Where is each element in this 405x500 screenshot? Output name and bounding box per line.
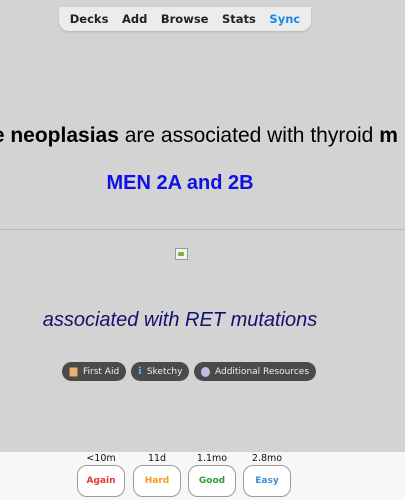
additional-resources-button[interactable]: Additional Resources [194,362,317,381]
front-bold-term-2: m [379,124,398,147]
interval-again: <10m [86,453,116,464]
answer-bar: <10m Again 11d Hard 1.1mo Good 2.8mo Eas… [0,452,405,500]
answer-good: 1.1mo Good [188,452,236,497]
good-button[interactable]: Good [188,465,236,497]
nav-add[interactable]: Add [122,12,147,26]
additional-resources-label: Additional Resources [215,366,310,377]
answer-divider [0,229,405,230]
answer-hard: 11d Hard [133,452,181,497]
front-bold-term: ne neoplasias [0,124,119,147]
book-icon [69,366,78,377]
interval-easy: 2.8mo [251,453,283,464]
interval-good: 1.1mo [196,453,228,464]
nav-stats[interactable]: Stats [222,12,256,26]
first-aid-label: First Aid [83,366,120,377]
nav-sync[interactable]: Sync [269,12,300,26]
resources-icon [201,366,210,377]
card-front-container: ne neoplasias are associated with thyroi… [0,110,405,160]
card-front-text: ne neoplasias are associated with thyroi… [0,124,398,148]
easy-button[interactable]: Easy [243,465,291,497]
interval-hard: 11d [147,453,167,464]
broken-image-icon [175,248,188,260]
again-button[interactable]: Again [77,465,125,497]
nav-browse[interactable]: Browse [161,12,209,26]
sketchy-label: Sketchy [146,366,183,377]
cloze-answer: MEN 2A and 2B [106,172,254,194]
info-icon: ℹ [138,366,142,377]
sketchy-button[interactable]: ℹ Sketchy [131,362,190,381]
hard-button[interactable]: Hard [133,465,181,497]
answer-again: <10m Again [77,452,125,497]
first-aid-button[interactable]: First Aid [62,362,127,381]
extra-field: associated with RET mutations [42,309,318,331]
top-nav-bar: Decks Add Browse Stats Sync [59,7,311,31]
answer-easy: 2.8mo Easy [243,452,291,497]
front-plain-text: are associated with thyroid [118,124,380,147]
nav-decks[interactable]: Decks [70,12,109,26]
